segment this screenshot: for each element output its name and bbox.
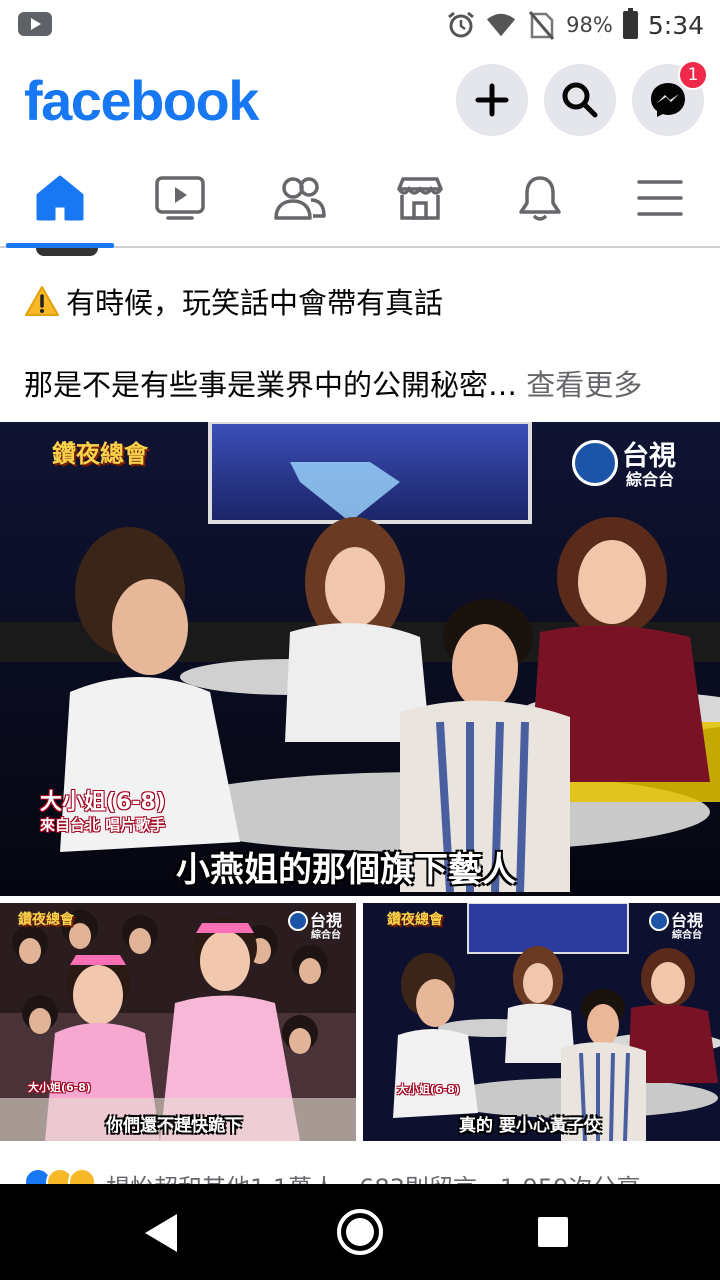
name-tag: 大小姐(6-8) xyxy=(40,790,166,815)
tab-watch[interactable] xyxy=(120,150,240,246)
battery-percent: 98% xyxy=(566,13,613,37)
avatar[interactable] xyxy=(36,248,98,256)
messenger-button[interactable]: 1 xyxy=(632,60,708,136)
tab-friends[interactable] xyxy=(240,150,360,246)
post-text-line-1-label: 有時候，玩笑話中會帶有真話 xyxy=(66,286,444,320)
alarm-icon xyxy=(446,10,476,40)
post-photo-main[interactable]: 鑽夜總會 台視 綜合台 大小姐(6-8) 來自台北 唱片歌手 小燕姐的那個旗下藝… xyxy=(0,422,720,896)
system-nav-bar xyxy=(0,1184,720,1280)
see-more-link[interactable]: 查看更多 xyxy=(526,368,642,402)
show-logo: 鑽夜總會 xyxy=(52,440,148,468)
channel-subname: 綜合台 xyxy=(672,930,702,941)
kids-scene xyxy=(0,903,356,1141)
search-button[interactable] xyxy=(544,64,616,136)
tab-home[interactable] xyxy=(0,150,120,248)
subtitle-caption: 真的 要小心黃子佼 xyxy=(459,1116,601,1136)
plus-icon xyxy=(475,83,509,117)
show-logo: 鑽夜總會 xyxy=(387,912,443,928)
show-logo: 鑽夜總會 xyxy=(18,912,74,928)
channel-logo-icon xyxy=(649,911,669,931)
create-button[interactable] xyxy=(456,64,528,136)
post-photo-right[interactable]: 鑽夜總會 台視 綜合台 大小姐(6-8) 真的 要小心黃子佼 xyxy=(363,903,720,1141)
marketplace-icon xyxy=(397,177,443,220)
no-sim-icon xyxy=(526,10,556,40)
subtitle-caption: 你們還不趕快跪下 xyxy=(106,1116,242,1136)
messenger-badge: 1 xyxy=(678,60,708,90)
warning-icon xyxy=(25,286,59,316)
app-header: facebook 1 xyxy=(0,50,720,150)
wifi-icon xyxy=(486,10,516,40)
talk-show-scene-small xyxy=(363,903,720,1141)
search-icon xyxy=(562,82,598,118)
tab-notifications[interactable] xyxy=(480,150,600,246)
youtube-notification-icon xyxy=(18,12,52,36)
bell-icon xyxy=(519,176,561,221)
home-icon xyxy=(36,175,84,221)
channel-subname: 綜合台 xyxy=(311,930,341,941)
wow-reaction-icon xyxy=(68,1168,96,1184)
name-tag: 大小姐(6-8) xyxy=(397,1083,460,1096)
tab-bar xyxy=(0,150,720,248)
name-tag: 大小姐(6-8) xyxy=(28,1081,91,1094)
name-tag-sub: 來自台北 唱片歌手 xyxy=(40,816,166,834)
channel-subname: 綜合台 xyxy=(626,470,675,489)
video-icon xyxy=(155,176,205,220)
home-button-icon[interactable] xyxy=(337,1209,383,1255)
tab-menu[interactable] xyxy=(600,150,720,246)
battery-icon xyxy=(622,8,638,39)
post-text-line-2-label: 那是不是有些事是業界中的公開秘密… xyxy=(24,368,518,402)
post-text-line-2: 那是不是有些事是業界中的公開秘密… 查看更多 xyxy=(24,362,642,404)
friends-icon xyxy=(274,177,326,220)
facebook-logo[interactable]: facebook xyxy=(24,68,259,133)
reactions-summary: 楊怡超和其他1.1萬人 · 683則留言 · 1,959次分享 xyxy=(106,1168,640,1184)
recent-apps-icon[interactable] xyxy=(538,1217,568,1247)
channel-logo-icon xyxy=(288,911,308,931)
subtitle-caption: 小燕姐的那個旗下藝人 xyxy=(176,850,516,890)
clock: 5:34 xyxy=(647,10,704,40)
post-photo-left[interactable]: 鑽夜總會 台視 綜合台 大小姐(6-8) 你們還不趕快跪下 xyxy=(0,903,356,1141)
tab-marketplace[interactable] xyxy=(360,150,480,246)
back-icon[interactable] xyxy=(145,1214,177,1252)
menu-icon xyxy=(637,180,683,216)
post-text-line-1: 有時候，玩笑話中會帶有真話 xyxy=(24,280,443,322)
status-bar: 98% 5:34 xyxy=(0,0,720,50)
channel-logo-icon xyxy=(572,440,618,486)
reactions-row[interactable]: 楊怡超和其他1.1萬人 · 683則留言 · 1,959次分享 xyxy=(24,1168,704,1184)
